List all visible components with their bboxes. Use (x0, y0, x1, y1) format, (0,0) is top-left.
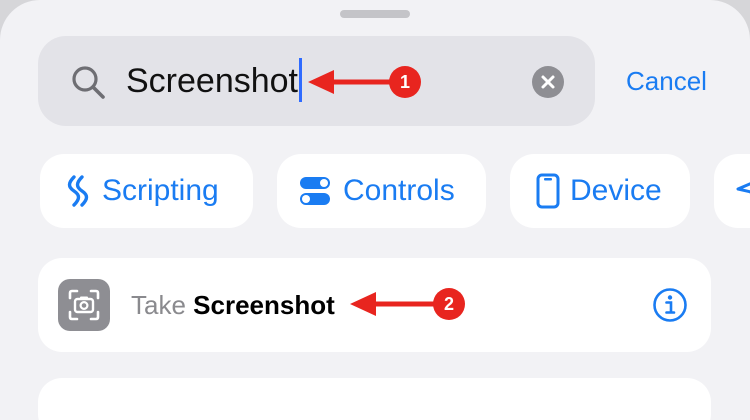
category-chip-controls[interactable]: Controls (277, 154, 486, 228)
category-label: Controls (343, 174, 455, 207)
category-chip-location[interactable] (714, 154, 750, 228)
search-input[interactable]: Screenshot (126, 58, 302, 103)
bottom-sheet: Screenshot Cancel Scripting Controls Dev… (0, 0, 750, 420)
cancel-button[interactable]: Cancel (626, 64, 707, 98)
clear-search-button[interactable] (532, 66, 564, 98)
annotation-marker-1: 1 (389, 66, 421, 98)
category-label: Scripting (102, 174, 219, 207)
annotation-arrow-1 (308, 70, 390, 94)
screenshot-icon (68, 289, 100, 321)
category-chip-device[interactable]: Device (510, 154, 690, 228)
location-arrow-icon (736, 182, 750, 195)
info-icon[interactable] (652, 287, 688, 323)
result-title-prefix: Take (131, 290, 194, 320)
text-caret (299, 58, 302, 103)
screenshot-app-icon (58, 279, 110, 331)
annotation-arrow-2 (350, 292, 434, 316)
category-label: Device (570, 174, 662, 207)
toggle-icon (300, 177, 330, 205)
magnifying-glass-icon (72, 66, 105, 99)
scripting-icon (67, 175, 89, 207)
result-row-partial[interactable] (38, 378, 711, 420)
sheet-grabber[interactable] (340, 10, 410, 18)
category-chip-scripting[interactable]: Scripting (40, 154, 253, 228)
search-input-text: Screenshot (126, 62, 298, 100)
result-title-match: Screenshot (193, 290, 335, 320)
clear-x-icon (541, 75, 555, 89)
result-title: Take Screenshot (131, 288, 335, 322)
annotation-marker-2: 2 (433, 288, 465, 320)
phone-icon (536, 173, 560, 209)
